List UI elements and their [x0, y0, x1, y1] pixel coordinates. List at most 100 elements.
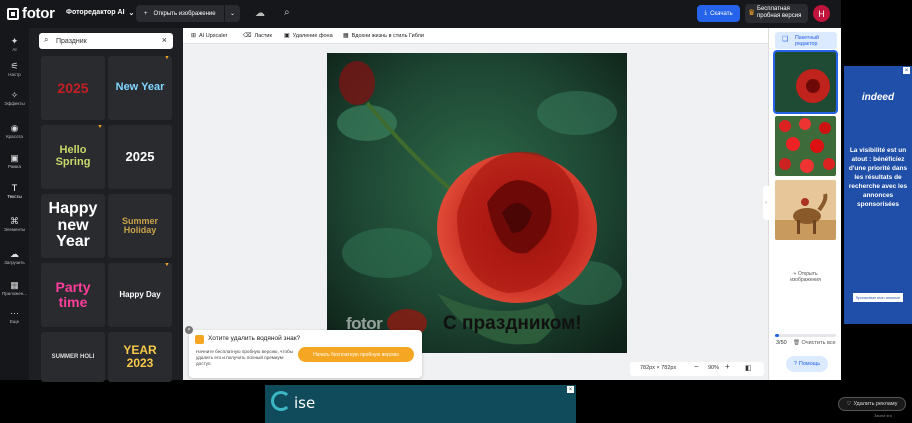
- template-tile[interactable]: YEAR 2023: [108, 332, 172, 382]
- nav-item-4[interactable]: ◉ Красота: [0, 123, 29, 139]
- wand-icon: ✧: [10, 90, 19, 100]
- download-button[interactable]: ⤓ Скачать: [697, 5, 740, 22]
- plus-icon: +: [144, 10, 148, 17]
- nav-item-1[interactable]: ✦ AI: [0, 36, 29, 52]
- canvas-image[interactable]: [327, 53, 627, 353]
- template-tile[interactable]: Hello Spring ▼: [41, 125, 105, 189]
- close-ad-icon[interactable]: ×: [567, 386, 574, 393]
- clear-all-button[interactable]: 🗑 Очистить все: [793, 340, 836, 346]
- remove-ads-button[interactable]: ♡ Удалить рекламу: [838, 397, 906, 411]
- crown-icon: ♛: [748, 8, 756, 17]
- template-tile[interactable]: SUMMER HOLI: [41, 332, 105, 382]
- nav-item-label: Загрузить: [4, 260, 25, 265]
- ai-upscaler-tool[interactable]: ⊞ AI Upscaler: [191, 32, 228, 40]
- collapse-right-panel-handle[interactable]: ›: [763, 186, 769, 220]
- nav-item-label: Приложен...: [1, 291, 28, 296]
- nav-item-label: Рамка: [7, 164, 22, 169]
- search-value: Праздник: [56, 37, 87, 45]
- remove-bg-label: Удаление фона: [292, 32, 333, 39]
- why-ad-link[interactable]: Зачем эта: [874, 414, 892, 418]
- fotor-logo[interactable]: fotor: [7, 5, 55, 22]
- left-nav: ✦ AI ⚟ Настр ✧ Эффекты ◉ Красота ▣ Рамка T Тексты ⌘ Э…: [0, 28, 29, 380]
- right-panel: ❏ Пакетный редактор + Открыть изображени…: [768, 28, 841, 380]
- open-image-label: Открыть изображение: [153, 10, 216, 17]
- template-tile[interactable]: 2025: [108, 125, 172, 189]
- nav-item-label: Еще: [9, 319, 20, 324]
- help-label: Помощь: [798, 361, 821, 367]
- ghibli-style-tool[interactable]: ▦ Вдохни жизнь в стиль Гибли: [343, 32, 424, 40]
- template-tile-text: Party time: [55, 279, 91, 310]
- template-tile-text: Happy new Year: [48, 199, 98, 251]
- nav-item-3[interactable]: ✧ Эффекты: [0, 90, 29, 106]
- cloud-icon[interactable]: ☁: [255, 8, 265, 19]
- clear-icon[interactable]: ×: [162, 35, 167, 45]
- thumbnail-rose-field[interactable]: [775, 116, 836, 176]
- open-image-dropdown-icon[interactable]: ⌄: [224, 5, 240, 22]
- canvas-size[interactable]: 782px × 782px: [640, 365, 676, 371]
- batch-icon: ❏: [782, 36, 789, 43]
- close-icon[interactable]: ×: [185, 326, 193, 334]
- premium-icon: ▼: [164, 56, 170, 61]
- batch-editor-button[interactable]: ❏ Пакетный редактор: [775, 32, 837, 49]
- nav-item-2[interactable]: ⚟ Настр: [0, 61, 29, 77]
- product-menu[interactable]: Фоторедактор AI ⌄: [66, 9, 134, 17]
- open-images-button[interactable]: + Открыть изображения: [775, 271, 836, 283]
- help-icon: ?: [793, 361, 797, 367]
- open-image-button[interactable]: + Открыть изображение ⌄: [136, 5, 240, 22]
- nav-item-label: Тексты: [7, 194, 22, 199]
- watermark-promo-card: Хотите удалить водяной знак? Начните бес…: [189, 330, 422, 378]
- right-ad-banner[interactable]: × indeed La visibilité est un atout : bé…: [844, 66, 912, 324]
- clear-all-label: Очистить все: [801, 340, 836, 346]
- bottom-ad-banner[interactable]: ise ×: [265, 385, 576, 423]
- nav-item-10[interactable]: ⋯ Еще: [0, 308, 29, 324]
- close-ad-icon[interactable]: ×: [903, 67, 910, 74]
- search-icon: ⌕: [44, 35, 49, 44]
- thumbnail-camel-desert[interactable]: [775, 180, 836, 240]
- eraser-icon: ⌫: [243, 33, 252, 39]
- nav-item-label: Эффекты: [4, 101, 25, 106]
- template-tile[interactable]: New Year ▼: [108, 56, 172, 120]
- premium-icon: ▼: [97, 125, 103, 130]
- avatar[interactable]: H: [813, 5, 830, 22]
- nav-item-8[interactable]: ☁ Загрузить: [0, 249, 29, 265]
- help-button[interactable]: ? Помощь: [786, 356, 828, 372]
- thumbnail-rose[interactable]: [773, 50, 838, 114]
- template-tile[interactable]: Happy new Year: [41, 194, 105, 258]
- nav-item-7[interactable]: ⌘ Элементы: [0, 216, 29, 232]
- upload-progress-fill: [775, 334, 779, 337]
- template-tile[interactable]: Summer Holiday: [108, 194, 172, 258]
- ad-copy: La visibilité est un atout : bénéficiez …: [848, 147, 908, 208]
- remove-background-tool[interactable]: ▣ Удаление фона: [284, 32, 333, 40]
- template-tile-text: New Year: [115, 81, 165, 94]
- remove-bg-icon: ▣: [284, 33, 290, 39]
- ise-logo-icon: [271, 391, 291, 411]
- canvas-caption-text[interactable]: С праздником!: [443, 313, 582, 335]
- zoom-level[interactable]: 90%: [708, 365, 719, 371]
- logo-text: fotor: [22, 5, 55, 22]
- compare-icon[interactable]: ◧: [745, 364, 752, 372]
- ad-brand: ise: [294, 394, 316, 412]
- top-bar: fotor Фоторедактор AI ⌄ + Открыть изобра…: [0, 0, 841, 28]
- template-tile[interactable]: 2025: [41, 56, 105, 120]
- ghibli-label: Вдохни жизнь в стиль Гибли: [351, 32, 424, 39]
- eraser-tool[interactable]: ⌫ Ластик: [243, 32, 272, 40]
- template-tile[interactable]: Party time: [41, 263, 105, 327]
- zoom-out-icon[interactable]: −: [694, 362, 699, 371]
- promo-title: Хотите удалить водяной знак?: [208, 335, 301, 342]
- search-icon[interactable]: ⌕: [284, 7, 290, 18]
- nav-item-5[interactable]: ▣ Рамка: [0, 153, 29, 169]
- start-trial-button[interactable]: Начать бесплатную пробную версию: [298, 347, 414, 362]
- batch-line2: редактор: [795, 41, 818, 47]
- chevron-down-icon: ⌄: [128, 10, 135, 17]
- zoom-in-icon[interactable]: +: [725, 362, 730, 371]
- nav-item-9[interactable]: ▦ Приложен...: [0, 280, 29, 296]
- free-trial-button[interactable]: ♛ Бесплатная пробная версия: [745, 4, 808, 23]
- ai-upscaler-label: AI Upscaler: [199, 32, 228, 39]
- template-tile[interactable]: Happy Day ▼: [108, 263, 172, 327]
- nav-item-6[interactable]: T Тексты: [0, 183, 29, 199]
- cloud-upload-icon: ☁: [10, 249, 19, 259]
- template-tile-text: 2025: [57, 79, 89, 96]
- template-search-input[interactable]: ⌕ Праздник ×: [39, 33, 173, 49]
- ad-cta-button[interactable]: Sponsoriser mon annonce: [853, 293, 903, 302]
- rose-thumbnail: [775, 52, 836, 112]
